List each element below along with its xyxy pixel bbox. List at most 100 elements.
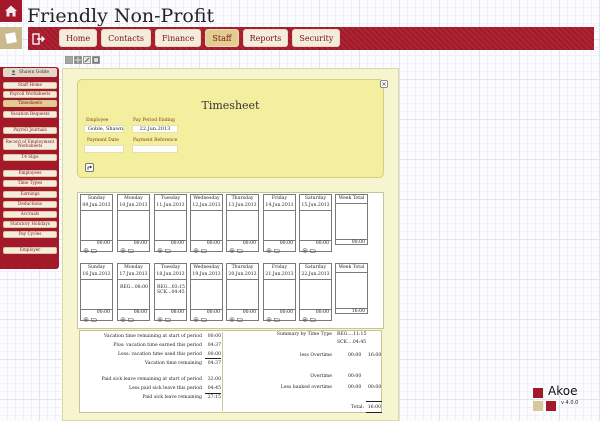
day-cell[interactable]: Tuesday 18.Jun.2013 REG...03:15 SCK...04:4…	[154, 263, 187, 322]
day-cell[interactable]: Thursday 13.Jun.2013 00:00	[226, 194, 259, 253]
day-entries[interactable]	[81, 280, 112, 309]
list-view-button[interactable]	[65, 56, 73, 64]
folder-icon[interactable]	[91, 248, 97, 253]
week-total-body	[336, 204, 367, 239]
notes-button[interactable]	[0, 27, 22, 49]
folder-icon[interactable]	[237, 317, 243, 322]
day-entries[interactable]: REG...08:00	[118, 280, 149, 309]
day-actions	[264, 316, 295, 323]
day-cell[interactable]: Wednesday 19.Jun.2013 00:00	[190, 263, 223, 322]
pay-period-field[interactable]: 22.Jun.2013	[132, 125, 178, 133]
sidebar-item-record-of-employment[interactable]: Record of Employment Worksheets	[3, 138, 57, 150]
day-cell[interactable]: Saturday 22.Jun.2013 00:00	[299, 263, 332, 322]
folder-icon[interactable]	[201, 248, 207, 253]
sidebar-item-employees[interactable]: Employees	[3, 170, 57, 177]
folder-icon[interactable]	[310, 248, 316, 253]
folder-icon[interactable]	[310, 317, 316, 322]
add-entry-icon[interactable]	[83, 317, 89, 322]
sidebar-item-deductions[interactable]: Deductions	[3, 201, 57, 208]
day-cell[interactable]: Friday 14.Jun.2013 00:00	[263, 194, 296, 253]
day-cell[interactable]: Saturday 15.Jun.2013 00:00	[299, 194, 332, 254]
folder-icon[interactable]	[237, 248, 243, 253]
sidebar-item-pay-cycles[interactable]: Pay Cycles	[3, 231, 57, 238]
day-entries[interactable]	[300, 211, 331, 240]
link-view-button[interactable]	[83, 56, 91, 64]
tab-contacts[interactable]: Contacts	[101, 29, 151, 47]
day-cell[interactable]: Monday 10.Jun.2013 00:00	[117, 194, 150, 253]
sidebar-item-staff-home[interactable]: Staff Home	[3, 82, 57, 89]
add-entry-icon[interactable]	[229, 248, 235, 253]
add-entry-icon[interactable]	[266, 248, 272, 253]
folder-icon[interactable]	[128, 248, 134, 253]
less-banked-a: 00:00	[348, 385, 362, 390]
add-entry-icon[interactable]	[120, 248, 126, 253]
sidebar-user[interactable]: Shawn Goble	[3, 68, 57, 77]
sidebar-item-payroll-journals[interactable]: Payroll Journals	[3, 127, 57, 134]
sidebar-item-t4-slips[interactable]: T4 Slips	[3, 154, 57, 161]
folder-icon[interactable]	[128, 317, 134, 322]
day-cell[interactable]: Wednesday 12.Jun.2013 00:00	[190, 194, 223, 253]
day-cell[interactable]: Tuesday 11.Jun.2013 00:00	[154, 194, 187, 253]
sidebar-item-employer[interactable]: Employer	[3, 247, 57, 254]
tab-staff[interactable]: Staff	[205, 29, 239, 47]
tab-home[interactable]: Home	[59, 29, 98, 47]
day-entries[interactable]	[191, 211, 222, 240]
folder-icon[interactable]	[165, 317, 171, 322]
employee-field[interactable]: Goble, Shawn	[84, 125, 124, 133]
sidebar-item-vacation-requests[interactable]: Vacation Requests	[3, 111, 57, 118]
tab-finance[interactable]: Finance	[155, 29, 202, 47]
day-entries[interactable]	[118, 211, 149, 240]
add-entry-icon[interactable]	[302, 317, 308, 322]
grid-view-button[interactable]	[74, 56, 82, 64]
add-entry-icon[interactable]	[266, 317, 272, 322]
folder-icon[interactable]	[274, 248, 280, 253]
open-button[interactable]	[85, 163, 94, 172]
folder-icon[interactable]	[274, 317, 280, 322]
payment-date-field[interactable]	[84, 145, 124, 153]
folder-icon[interactable]	[165, 248, 171, 253]
day-entries[interactable]	[300, 280, 331, 309]
add-entry-icon[interactable]	[193, 248, 199, 253]
add-entry-icon[interactable]	[157, 248, 163, 253]
folder-icon[interactable]	[201, 317, 207, 322]
day-cell[interactable]: Sunday 09.Jun.2013 00:00	[80, 194, 113, 253]
sidebar-item-accruals[interactable]: Accruals	[3, 211, 57, 218]
day-date: 11.Jun.2013	[156, 202, 185, 208]
detail-view-button[interactable]	[92, 56, 100, 64]
day-cell[interactable]: Sunday 16.Jun.2013 00:00	[80, 263, 113, 322]
sidebar-item-timesheets[interactable]: Timesheets	[3, 100, 57, 107]
tab-reports[interactable]: Reports	[242, 29, 289, 47]
day-name: Wednesday	[193, 196, 220, 201]
day-entries[interactable]	[155, 211, 186, 240]
day-entries[interactable]	[264, 280, 295, 309]
view-toolbar	[65, 56, 100, 64]
vac-start-value: 00:00	[207, 334, 221, 339]
add-entry-icon[interactable]	[83, 248, 89, 253]
tab-security[interactable]: Security	[292, 29, 341, 47]
day-entries[interactable]	[227, 211, 258, 240]
sidebar-item-statutory-holidays[interactable]: Statutory Holidays	[3, 221, 57, 228]
add-entry-icon[interactable]	[157, 317, 163, 322]
day-cell[interactable]: Friday 21.Jun.2013 00:00	[263, 263, 296, 323]
add-entry-icon[interactable]	[229, 317, 235, 322]
payment-reference-field[interactable]	[132, 145, 178, 153]
day-date: 20.Jun.2013	[228, 271, 257, 277]
day-cell[interactable]: Monday 17.Jun.2013 REG...08:00 08:00	[117, 263, 150, 322]
day-entries[interactable]	[81, 211, 112, 240]
day-entries[interactable]	[191, 280, 222, 309]
home-icon-button[interactable]	[0, 0, 22, 22]
sidebar-item-payroll-worksheets[interactable]: Payroll Worksheets	[3, 91, 57, 98]
add-entry-icon[interactable]	[193, 317, 199, 322]
folder-icon[interactable]	[91, 317, 97, 322]
logout-button[interactable]	[28, 28, 50, 49]
add-entry-icon[interactable]	[302, 248, 308, 253]
day-cell[interactable]: Thursday 20.Jun.2013 00:00	[226, 263, 259, 322]
day-entries[interactable]	[264, 211, 295, 240]
day-entries[interactable]: REG...03:15 SCK...04:45	[155, 280, 186, 309]
sidebar-item-earnings[interactable]: Earnings	[3, 191, 57, 198]
add-entry-icon[interactable]	[120, 317, 126, 322]
day-entries[interactable]	[227, 280, 258, 309]
sidebar-item-time-types[interactable]: Time Types	[3, 180, 57, 187]
day-actions	[300, 247, 331, 254]
close-button[interactable]: ×	[380, 80, 388, 88]
